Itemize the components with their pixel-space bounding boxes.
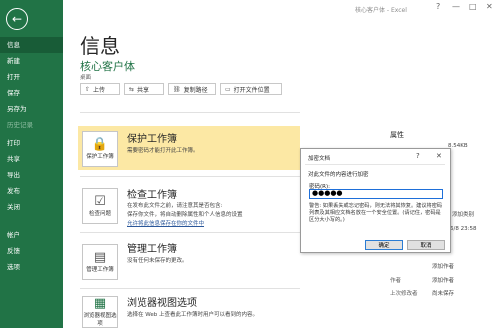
divider bbox=[80, 232, 300, 233]
nav-new[interactable]: 新建 bbox=[0, 53, 63, 69]
nav-feedback[interactable]: 反馈 bbox=[0, 243, 63, 259]
lock-key-icon: 🔒 bbox=[91, 137, 109, 152]
back-arrow-icon[interactable]: ← bbox=[6, 8, 28, 30]
properties-header[interactable]: 属性 bbox=[390, 130, 404, 140]
open-file-location-button[interactable]: ▭ 打开文件位置 bbox=[220, 83, 282, 95]
browser-description: 选择在 Web 上查看此工作簿时用户可以看到的内容。 bbox=[127, 312, 258, 318]
manage-title: 管理工作簿 bbox=[127, 244, 177, 255]
divider bbox=[80, 112, 300, 113]
nav-save-as[interactable]: 另存为 bbox=[0, 101, 63, 117]
manage-workbook-button[interactable]: ▤ 管理工作簿 bbox=[82, 244, 118, 280]
protect-title: 保护工作簿 bbox=[127, 134, 177, 145]
folder-icon: ▭ bbox=[225, 85, 231, 93]
nav-options[interactable]: 选项 bbox=[0, 259, 63, 275]
maximize-icon[interactable]: □ bbox=[469, 2, 477, 11]
upload-icon: ⇧ bbox=[85, 85, 91, 93]
prop-created: 6/8 23:58 bbox=[450, 226, 477, 232]
nav-account[interactable]: 帐户 bbox=[0, 227, 63, 243]
dialog-close-icon[interactable]: ✕ bbox=[436, 152, 442, 160]
copy-path-button[interactable]: ⛓ 复制路径 bbox=[168, 83, 216, 95]
dialog-divider bbox=[305, 164, 445, 165]
prop-author-label: 作者 bbox=[390, 278, 402, 284]
nav-close[interactable]: 关闭 bbox=[0, 199, 63, 215]
encrypt-document-dialog: 加密文档 ? ✕ 对此文件的内容进行加密 密码(R): ●●●●● 警告: 如果… bbox=[300, 148, 451, 253]
page-title: 信息 bbox=[80, 34, 120, 58]
inspect-line-2: 保存你文件，将自动删除属性和个人信息的设置 bbox=[127, 212, 243, 218]
document-location: 桌面 bbox=[80, 75, 92, 81]
inspect-line-1: 在发布此文件之前，请注意其是否包含: bbox=[127, 203, 223, 209]
close-window-icon[interactable]: ✕ bbox=[486, 2, 493, 11]
manage-document-icon: ▤ bbox=[93, 250, 107, 265]
help-icon[interactable]: ? bbox=[436, 2, 440, 11]
nav-export[interactable]: 导出 bbox=[0, 167, 63, 183]
prop-value: 添加类别 bbox=[452, 212, 475, 218]
nav-history: 历史记录 bbox=[7, 121, 33, 129]
window-title: 核心客户体 - Excel bbox=[355, 7, 407, 14]
copy-path-icon: ⛓ bbox=[173, 85, 181, 93]
manage-description: 没有任何未保存的更改。 bbox=[127, 258, 188, 264]
cancel-button[interactable]: 取消 bbox=[407, 240, 445, 250]
prop-last-modified-label: 上次修改者 bbox=[390, 291, 418, 297]
dialog-help-icon[interactable]: ? bbox=[416, 152, 420, 160]
browser-title: 浏览器视图选项 bbox=[127, 298, 197, 309]
protect-description: 需要密码才能打开此工作簿。 bbox=[127, 148, 199, 154]
prop-author-value[interactable]: 添加作者 bbox=[432, 276, 454, 284]
password-warning: 警告: 如果丢失或忘记密码，则无法将其恢复。建议将密码列表及其相应文档名放在一个… bbox=[309, 203, 443, 223]
backstage-sidebar: ← 信息 新建 打开 保存 另存为 历史记录 打印 共享 导出 发布 关闭 帐户… bbox=[0, 0, 63, 328]
allow-save-info-link[interactable]: 允许将此信息保存在你的文件中 bbox=[127, 219, 204, 227]
minimize-icon[interactable]: — bbox=[452, 2, 460, 11]
share-button[interactable]: ⇆ 共享 bbox=[124, 83, 164, 95]
dialog-group-label: 对此文件的内容进行加密 bbox=[308, 172, 369, 178]
nav-save[interactable]: 保存 bbox=[0, 85, 63, 101]
inspect-title: 检查工作簿 bbox=[127, 190, 177, 201]
share-icon: ⇆ bbox=[129, 85, 135, 93]
nav-info[interactable]: 信息 bbox=[0, 37, 63, 53]
upload-button[interactable]: ⇧ 上传 bbox=[80, 83, 120, 95]
nav-share[interactable]: 共享 bbox=[0, 151, 63, 167]
nav-open[interactable]: 打开 bbox=[0, 69, 63, 85]
check-issues-button[interactable]: ☑ 检查问题 bbox=[82, 188, 118, 224]
prop-last-modified-value: 尚未保存 bbox=[432, 291, 455, 297]
document-title: 核心客户体 bbox=[80, 60, 135, 73]
nav-publish[interactable]: 发布 bbox=[0, 183, 63, 199]
password-input[interactable]: ●●●●● bbox=[309, 189, 443, 199]
inspect-document-icon: ☑ bbox=[94, 194, 106, 209]
protect-workbook-button[interactable]: 🔒 保护工作簿 bbox=[82, 131, 118, 167]
prop-author-add[interactable]: 添加作者 bbox=[432, 262, 454, 270]
dialog-title: 加密文档 bbox=[308, 156, 331, 162]
nav-print[interactable]: 打印 bbox=[0, 135, 63, 151]
excel-browser-icon: ▦ bbox=[93, 296, 107, 311]
browser-view-options-button[interactable]: ▦ 浏览器视图选项 bbox=[82, 296, 118, 328]
divider bbox=[80, 176, 300, 177]
ok-button[interactable]: 确定 bbox=[365, 240, 403, 250]
divider bbox=[80, 288, 300, 289]
